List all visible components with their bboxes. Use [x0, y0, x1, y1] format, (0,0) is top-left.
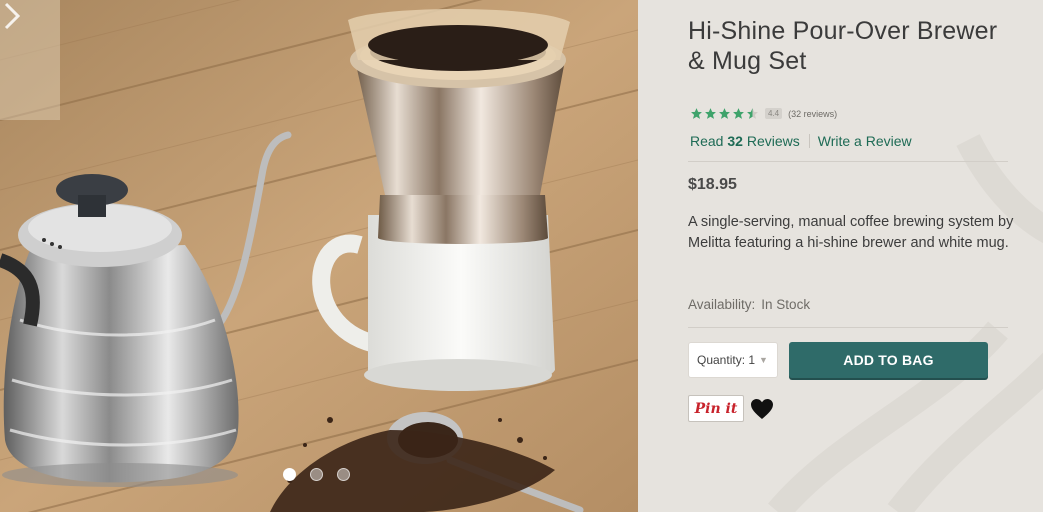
carousel-dot-2[interactable] [310, 468, 323, 481]
carousel-dots [283, 468, 350, 481]
read-reviews-prefix: Read [690, 133, 724, 149]
pin-it-button[interactable]: Pin it [688, 395, 744, 422]
review-count: (32 reviews) [788, 108, 838, 119]
half-star-icon [747, 108, 758, 119]
quantity-label: Quantity: 1 [697, 353, 756, 367]
rating-stars [690, 107, 759, 120]
carousel-dot-3[interactable] [337, 468, 350, 481]
review-links: Read 32 Reviews Write a Review [690, 133, 912, 149]
add-to-bag-button[interactable]: ADD TO BAG [789, 342, 988, 378]
availability-value: In Stock [761, 297, 811, 312]
product-photo-illustration [0, 0, 638, 512]
read-reviews-link[interactable]: Read 32 Reviews [690, 133, 800, 149]
chevron-right-icon[interactable] [0, 0, 24, 32]
product-info-panel: Hi-Shine Pour-Over Brewer & Mug Set 4.4 … [638, 0, 1043, 512]
availability-label: Availability: [688, 297, 756, 312]
star-icon [733, 108, 744, 119]
availability: Availability: In Stock [688, 297, 810, 312]
star-icon [705, 108, 716, 119]
star-icon [691, 108, 702, 119]
heart-icon[interactable] [750, 398, 774, 420]
product-title: Hi-Shine Pour-Over Brewer & Mug Set [688, 17, 998, 75]
rating-summary[interactable]: 4.4 (32 reviews) [690, 107, 837, 120]
divider [688, 161, 1008, 162]
siren-watermark [768, 134, 1043, 512]
write-review-link[interactable]: Write a Review [818, 133, 912, 149]
caret-down-icon: ▼ [759, 355, 768, 365]
pin-it-label: Pin it [694, 400, 738, 417]
read-reviews-suffix: Reviews [746, 133, 800, 149]
star-icon [719, 108, 730, 119]
divider [688, 327, 1008, 328]
product-image [0, 0, 638, 512]
quantity-select[interactable]: Quantity: 1 ▼ [688, 342, 778, 378]
rating-score: 4.4 [765, 108, 783, 119]
product-price: $18.95 [688, 176, 737, 193]
product-description: A single-serving, manual coffee brewing … [688, 214, 1014, 251]
link-separator [808, 134, 810, 148]
read-reviews-count: 32 [727, 133, 743, 149]
carousel-dot-1[interactable] [283, 468, 296, 481]
